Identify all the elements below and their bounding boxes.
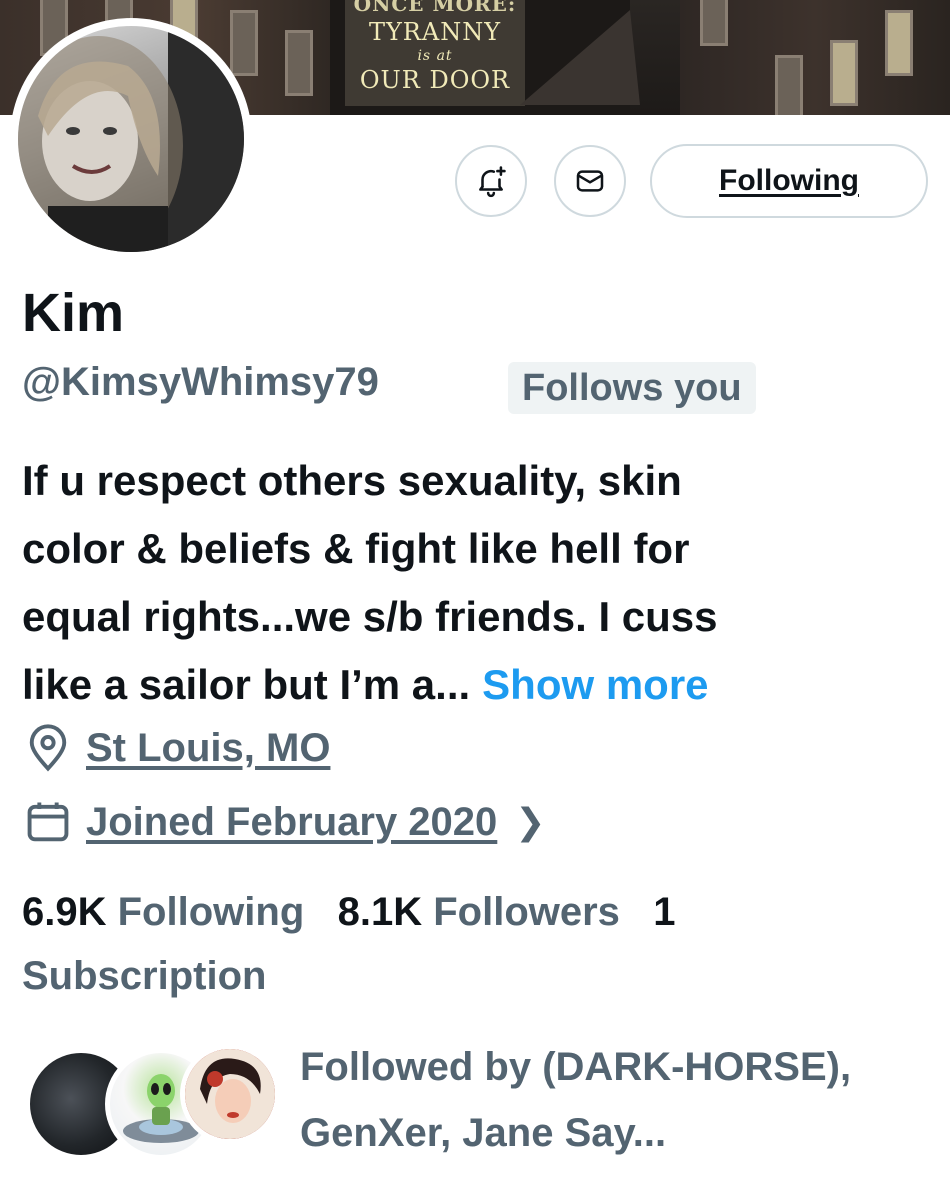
profile-avatar[interactable] (10, 18, 252, 260)
bio-line: color & beliefs & fight like hell for (22, 525, 690, 572)
bell-plus-icon (479, 166, 506, 198)
bio-line: If u respect others sexuality, skin (22, 457, 682, 504)
following-count: 6.9K (22, 890, 107, 934)
followers-stat[interactable]: 8.1K Followers (338, 890, 620, 934)
followers-count: 8.1K (337, 890, 423, 934)
banner-building-right (680, 0, 950, 115)
envelope-icon (576, 170, 604, 192)
banner-sign-line1: ONCE MORE: (353, 0, 517, 16)
avatar-photo (18, 26, 244, 252)
bio-line-last: like a sailor but I’m a... Show more (22, 651, 922, 719)
profile-page: ONCE MORE: TYRANNY is at OUR DOOR Follow… (0, 0, 950, 1200)
bio-line: equal rights...we s/b friends. I cuss (22, 593, 718, 640)
profile-bio: If u respect others sexuality, skin colo… (22, 447, 922, 719)
subscriptions-count: 1 (653, 890, 676, 934)
following-button[interactable]: Following (650, 144, 928, 218)
location-text[interactable]: St Louis, MO (86, 726, 330, 771)
message-button[interactable] (554, 145, 626, 217)
followed-by-text[interactable]: Followed by (DARK-HORSE), GenXer, Jane S… (300, 1034, 930, 1166)
pinup-portrait-icon (185, 1049, 275, 1139)
follows-you-badge: Follows you (508, 362, 756, 414)
chevron-right-icon: ❯ (515, 801, 546, 842)
banner-sign-line3: is at (417, 48, 453, 64)
profile-name: Kim (22, 283, 125, 343)
bio-line-text: like a sailor but I’m a... (22, 661, 471, 708)
banner-roof (520, 10, 640, 105)
profile-stats: 6.9K Following 8.1K Followers 1 Subscript… (22, 880, 902, 1008)
location-pin-icon (29, 724, 67, 772)
banner-sign-line2: TYRANNY (368, 18, 502, 46)
calendar-icon (27, 802, 69, 842)
notifications-button[interactable] (455, 145, 527, 217)
profile-handle: @KimsyWhimsy79 (22, 360, 379, 404)
profile-joined[interactable]: Joined February 2020 ❯ (22, 796, 545, 848)
show-more-link[interactable]: Show more (482, 661, 708, 708)
followers-label: Followers (433, 890, 620, 934)
following-label: Following (117, 890, 305, 934)
subscriptions-label: Subscription (22, 954, 267, 998)
following-stat[interactable]: 6.9K Following (22, 890, 304, 934)
profile-location[interactable]: St Louis, MO (22, 722, 330, 774)
banner-sign-line4: OUR DOOR (359, 66, 511, 94)
follower-avatar-3[interactable] (180, 1044, 280, 1144)
joined-text[interactable]: Joined February 2020 (86, 800, 497, 845)
